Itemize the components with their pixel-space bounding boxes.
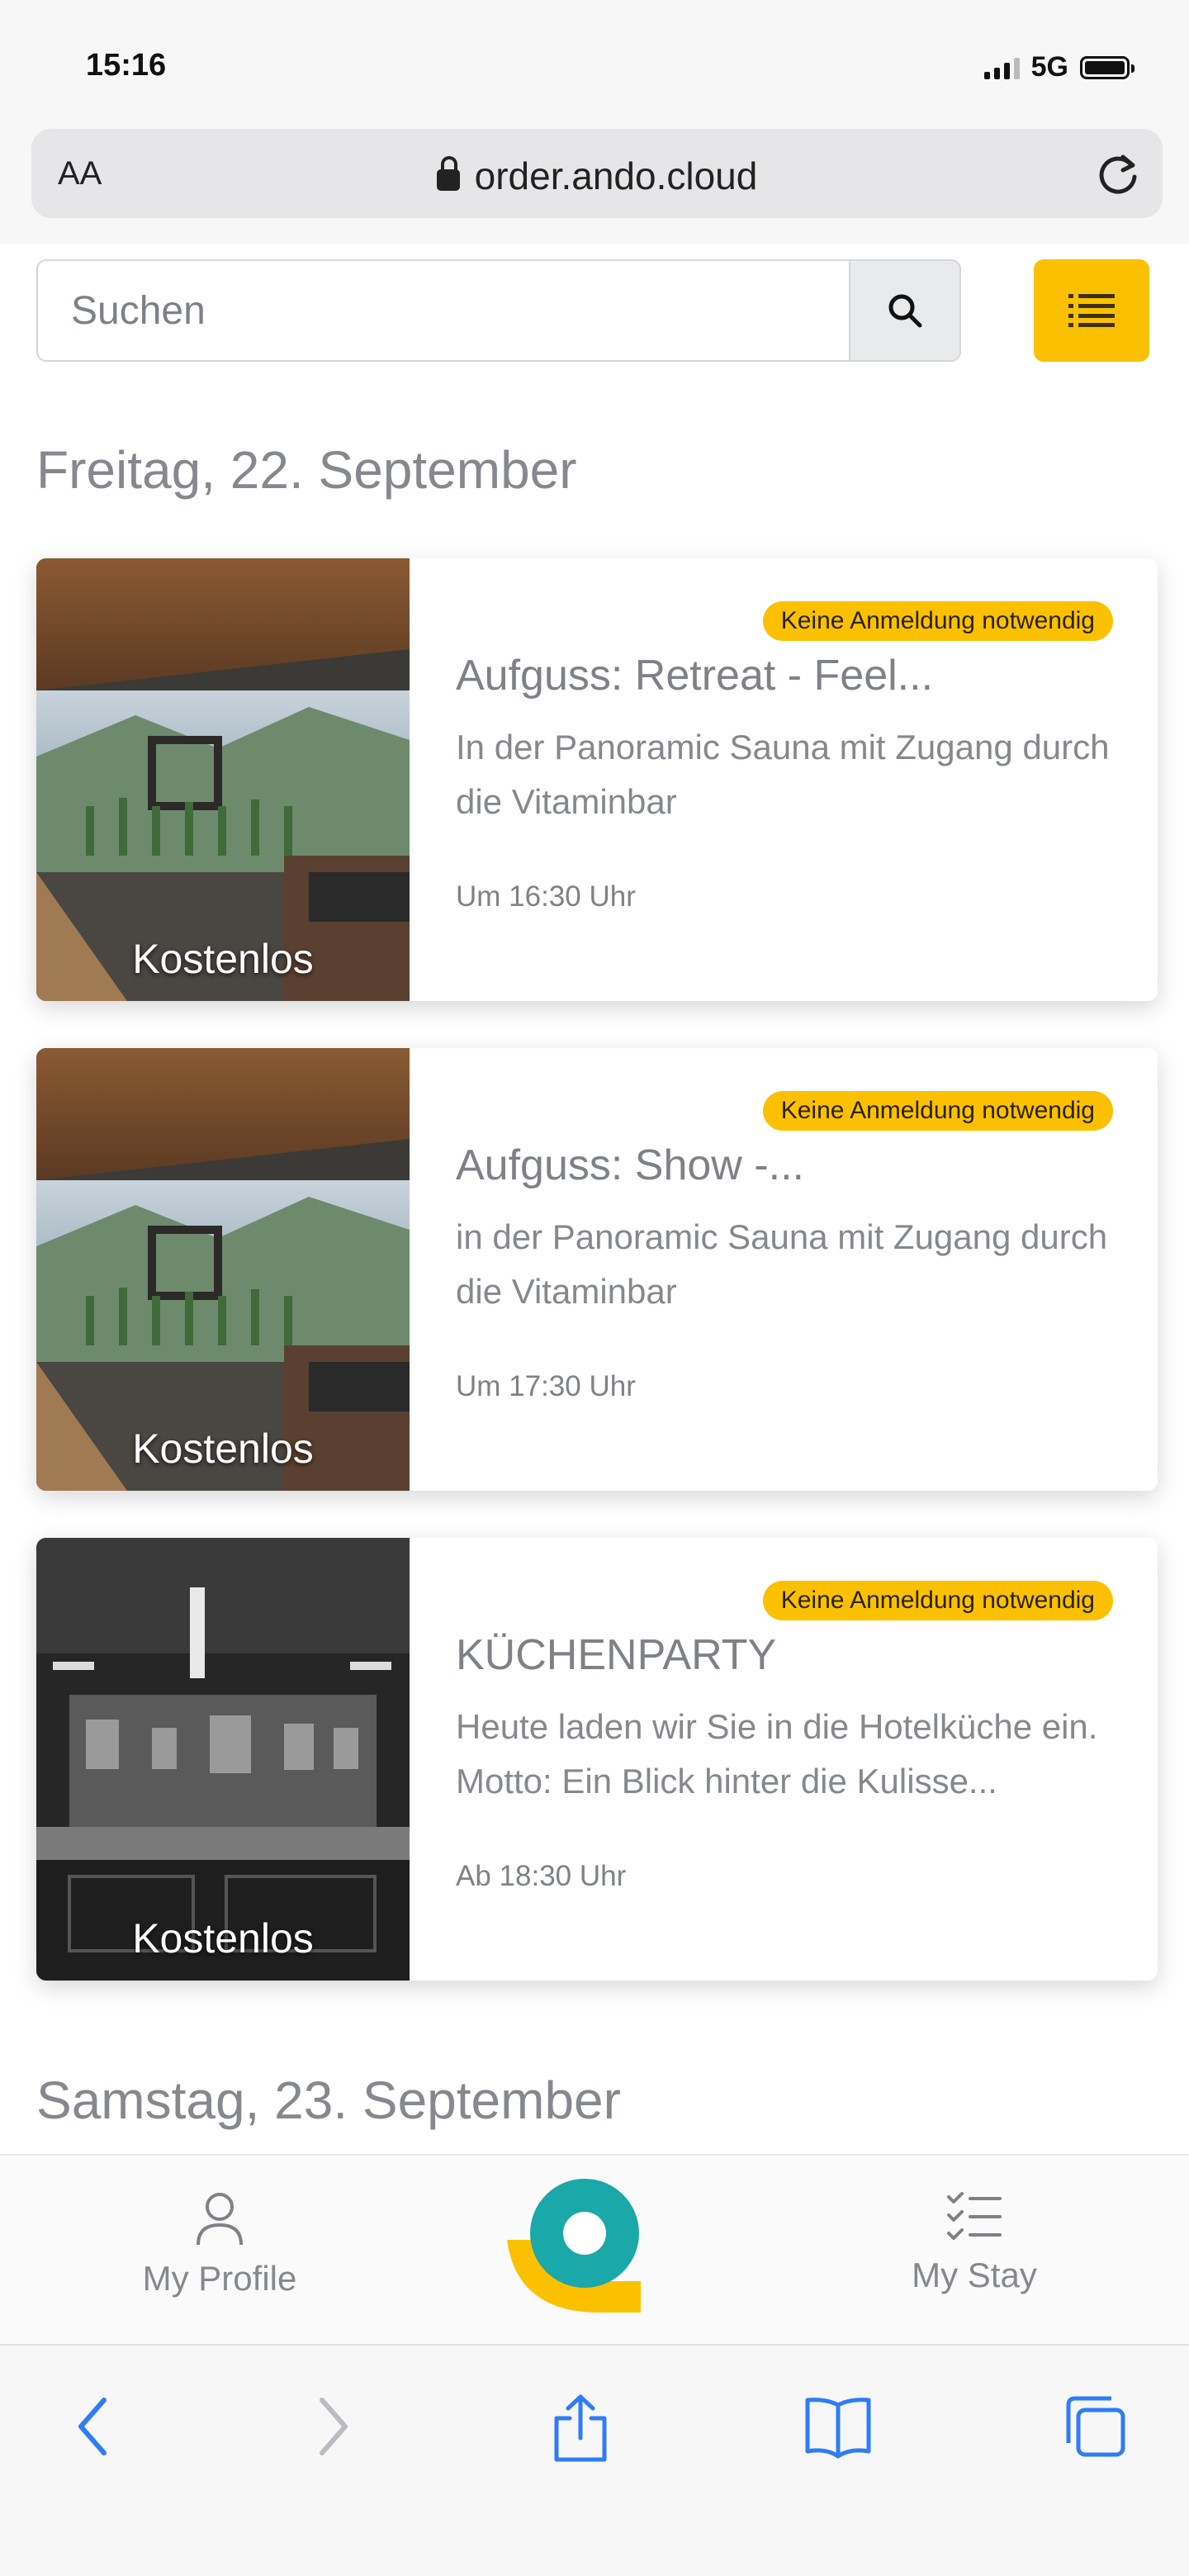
nav-my-profile[interactable]: My Profile <box>96 2190 343 2298</box>
event-price: Kostenlos <box>132 936 314 982</box>
event-title: KÜCHENPARTY <box>456 1631 777 1679</box>
search-group <box>36 259 961 362</box>
back-icon <box>78 2398 107 2455</box>
event-description: Heute laden wir Sie in die Hotelküche ei… <box>456 1707 1098 1800</box>
event-time: Ab 18:30 Uhr <box>456 1860 627 1892</box>
nav-my-stay[interactable]: My Stay <box>850 2190 1098 2295</box>
app-bottom-nav: My Profile My Stay <box>0 2154 1189 2346</box>
event-description: in der Panoramic Sauna mit Zugang durch … <box>456 1217 1108 1311</box>
registration-badge: Keine Anmeldung notwendig <box>762 1581 1113 1620</box>
tabs-icon <box>1066 2396 1125 2457</box>
event-time: Um 17:30 Uhr <box>456 1370 636 1402</box>
home-logo[interactable] <box>500 2174 649 2327</box>
address-bar[interactable]: AA order.ando.cloud <box>31 129 1163 218</box>
event-time: Um 16:30 Uhr <box>456 880 636 913</box>
brand-logo-icon <box>507 2179 641 2313</box>
battery-icon <box>1080 55 1135 79</box>
registration-badge: Keine Anmeldung notwendig <box>762 601 1113 641</box>
page-content: Freitag, 22. September Kostenlos <box>0 244 1189 2154</box>
day-heading: Freitag, 22. September <box>36 440 577 500</box>
status-bar: 15:16 5G <box>0 0 1189 124</box>
forward-button[interactable] <box>312 2393 353 2464</box>
share-button[interactable] <box>550 2393 611 2467</box>
event-description: In der Panoramic Sauna mit Zugang durch … <box>456 728 1110 821</box>
event-price: Kostenlos <box>132 1915 314 1962</box>
event-price: Kostenlos <box>132 1426 314 1472</box>
checklist-icon <box>947 2192 1002 2240</box>
bookmarks-button[interactable] <box>803 2393 874 2464</box>
browser-toolbar <box>0 2344 1189 2576</box>
registration-badge: Keine Anmeldung notwendig <box>762 1091 1113 1131</box>
search-icon <box>888 294 922 328</box>
bookmarks-icon <box>805 2398 871 2459</box>
reload-icon[interactable] <box>1092 147 1144 204</box>
network-label: 5G <box>1030 51 1068 83</box>
back-button[interactable] <box>73 2393 114 2464</box>
status-time: 15:16 <box>86 48 167 83</box>
nav-label: My Profile <box>142 2259 297 2298</box>
list-menu-icon <box>1068 294 1115 327</box>
search-input[interactable] <box>38 261 850 360</box>
menu-button[interactable] <box>1034 259 1149 362</box>
lock-icon <box>436 156 460 191</box>
nav-label: My Stay <box>912 2256 1037 2294</box>
forward-icon <box>320 2398 348 2455</box>
event-card[interactable]: Kostenlos Keine Anmeldung notwendig Aufg… <box>36 558 1158 1001</box>
tabs-button[interactable] <box>1062 2393 1128 2464</box>
signal-icon <box>983 56 1020 79</box>
share-icon <box>554 2394 607 2462</box>
search-button[interactable] <box>849 261 959 360</box>
event-card[interactable]: Kostenlos Keine Anmeldung notwendig Aufg… <box>36 1048 1158 1491</box>
day-heading: Samstag, 23. September <box>36 2071 621 2130</box>
event-card[interactable]: Kostenlos Keine Anmeldung notwendig KÜCH… <box>36 1538 1158 1981</box>
url-text: order.ando.cloud <box>474 154 758 197</box>
event-title: Aufguss: Retreat - Feel... <box>456 652 934 700</box>
person-icon <box>197 2193 243 2246</box>
event-title: Aufguss: Show -... <box>456 1141 804 1189</box>
url-field[interactable]: order.ando.cloud <box>31 154 1163 198</box>
status-indicators: 5G <box>983 51 1135 83</box>
